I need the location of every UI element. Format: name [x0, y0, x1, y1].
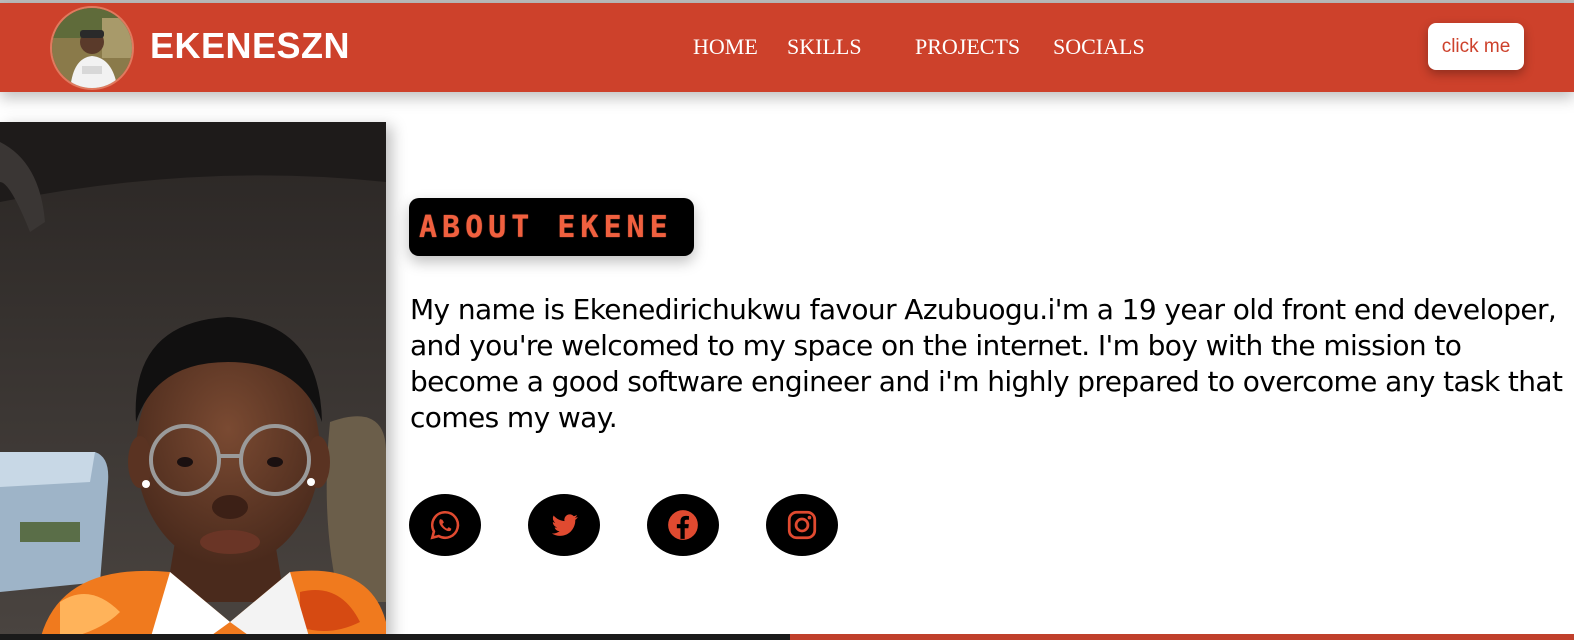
- nav-projects[interactable]: PROJECTS: [915, 34, 1020, 60]
- about-heading-badge: ABOUT EKENE: [409, 198, 694, 256]
- main-nav: HOME SKILLS PROJECTS SOCIALS: [0, 34, 1574, 64]
- section-divider-accent: [790, 634, 1574, 640]
- twitter-icon: [551, 514, 578, 536]
- section-divider: [0, 634, 790, 640]
- facebook-link[interactable]: [647, 494, 719, 556]
- about-heading: ABOUT EKENE: [419, 209, 673, 245]
- facebook-icon: [668, 510, 698, 540]
- site-header: EKENESZN HOME SKILLS PROJECTS SOCIALS cl…: [0, 3, 1574, 92]
- portrait-photo: [0, 122, 386, 640]
- profile-portrait: [0, 122, 386, 640]
- twitter-link[interactable]: [528, 494, 600, 556]
- whatsapp-icon: [430, 510, 460, 540]
- nav-socials[interactable]: SOCIALS: [1053, 34, 1145, 60]
- instagram-icon: [787, 510, 817, 540]
- nav-skills[interactable]: SKILLS: [787, 34, 862, 60]
- nav-home[interactable]: HOME: [693, 34, 758, 60]
- click-me-button[interactable]: click me: [1428, 23, 1524, 70]
- instagram-link[interactable]: [766, 494, 838, 556]
- about-bio: My name is Ekenedirichukwu favour Azubuo…: [410, 293, 1563, 434]
- whatsapp-link[interactable]: [409, 494, 481, 556]
